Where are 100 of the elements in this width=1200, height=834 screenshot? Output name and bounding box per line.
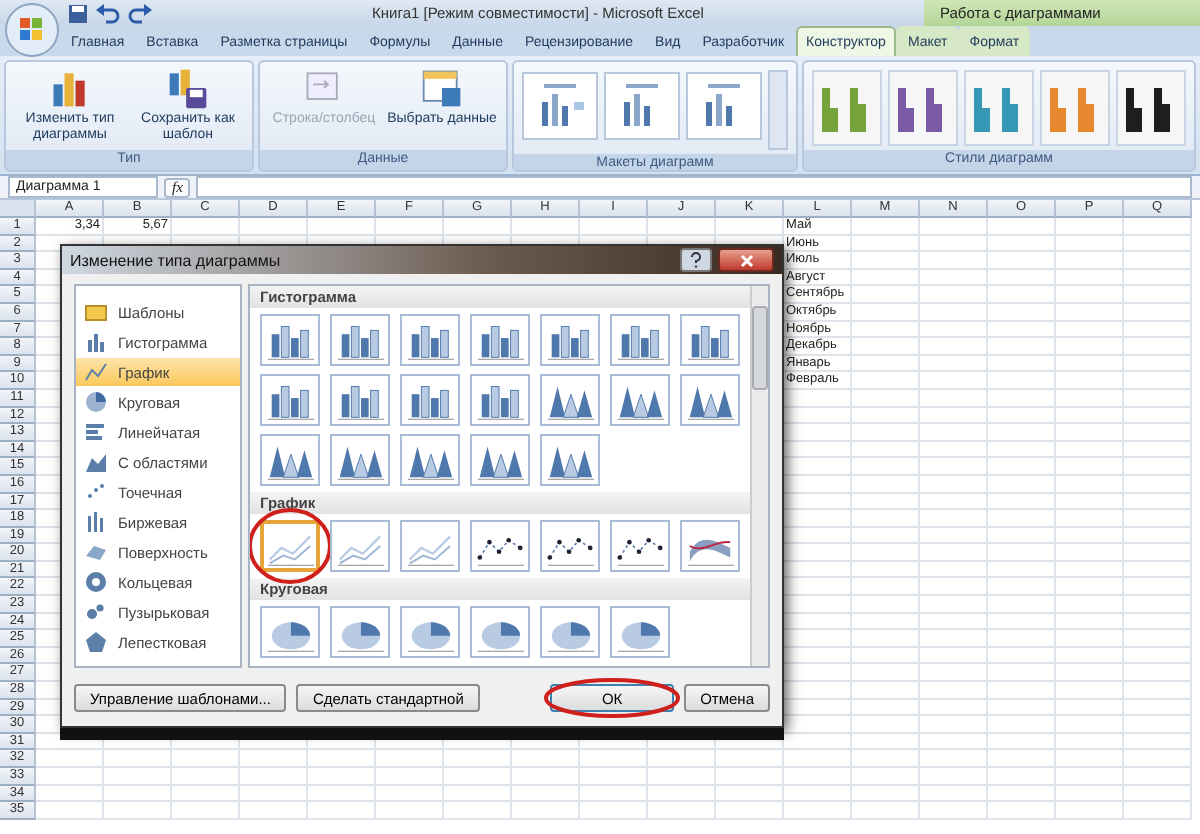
- chart-style-thumbnail[interactable]: [812, 70, 882, 146]
- chart-style-thumbnail[interactable]: [1116, 70, 1186, 146]
- chart-type-thumbnail[interactable]: [610, 374, 670, 426]
- chart-type-thumbnail[interactable]: [330, 606, 390, 658]
- chart-type-thumbnail[interactable]: [610, 520, 670, 572]
- help-button[interactable]: [680, 248, 712, 272]
- chart-type-thumbnail[interactable]: [260, 606, 320, 658]
- table-cell: [580, 768, 648, 786]
- chart-type-thumbnail[interactable]: [400, 374, 460, 426]
- table-cell: [988, 613, 1056, 631]
- table-cell: [988, 750, 1056, 768]
- table-cell: [852, 544, 920, 562]
- table-cell: [852, 458, 920, 476]
- table-cell: [1056, 699, 1124, 717]
- chart-type-thumbnail[interactable]: [260, 434, 320, 486]
- chart-type-thumbnail[interactable]: [400, 434, 460, 486]
- table-cell: [852, 372, 920, 390]
- table-cell: [1124, 441, 1192, 459]
- chart-layout-thumbnail[interactable]: [522, 72, 598, 140]
- chart-style-thumbnail[interactable]: [964, 70, 1034, 146]
- chart-style-thumbnail[interactable]: [1040, 70, 1110, 146]
- table-cell: [1056, 785, 1124, 803]
- table-cell: [920, 475, 988, 493]
- chart-type-thumbnail[interactable]: [260, 374, 320, 426]
- chart-layout-thumbnail[interactable]: [686, 72, 762, 140]
- chart-type-thumbnail[interactable]: [470, 374, 530, 426]
- table-cell: [920, 716, 988, 734]
- table-cell: [648, 802, 716, 820]
- chart-type-thumbnail[interactable]: [680, 520, 740, 572]
- gallery-scrollbar[interactable]: [768, 70, 788, 150]
- table-cell: [104, 750, 172, 768]
- chart-layout-thumbnail[interactable]: [604, 72, 680, 140]
- table-cell: [920, 510, 988, 528]
- chart-type-thumbnail[interactable]: [540, 374, 600, 426]
- chart-type-thumbnail[interactable]: [540, 606, 600, 658]
- table-cell: [376, 218, 444, 236]
- chart-type-thumbnail[interactable]: [400, 606, 460, 658]
- chart-type-thumbnail[interactable]: [540, 520, 600, 572]
- table-cell: [988, 596, 1056, 614]
- chart-type-thumbnail[interactable]: [470, 606, 530, 658]
- table-cell: [920, 424, 988, 442]
- table-cell: [988, 510, 1056, 528]
- table-cell: [1056, 338, 1124, 356]
- table-cell: [920, 544, 988, 562]
- chart-type-thumbnail[interactable]: [680, 314, 740, 366]
- table-cell: [1124, 613, 1192, 631]
- chart-style-thumbnail[interactable]: [888, 70, 958, 146]
- table-cell: [852, 235, 920, 253]
- table-cell: [988, 544, 1056, 562]
- chart-type-thumbnail[interactable]: [610, 606, 670, 658]
- chart-type-thumbnail[interactable]: [330, 374, 390, 426]
- table-cell: [1056, 664, 1124, 683]
- redo-icon[interactable]: [128, 3, 152, 23]
- chart-type-thumbnail[interactable]: [470, 314, 530, 366]
- save-icon[interactable]: [68, 3, 88, 23]
- table-cell: [784, 768, 852, 786]
- table-cell: [784, 802, 852, 820]
- table-cell: [920, 218, 988, 236]
- chart-type-thumbnail[interactable]: [330, 434, 390, 486]
- close-button[interactable]: [718, 248, 774, 272]
- table-cell: [988, 733, 1056, 751]
- table-cell: [988, 218, 1056, 236]
- chart-type-thumbnail[interactable]: [260, 314, 320, 366]
- table-cell: [1124, 716, 1192, 734]
- table-cell: [988, 389, 1056, 408]
- table-cell: [36, 802, 104, 820]
- table-cell: [920, 407, 988, 425]
- table-cell: [852, 355, 920, 373]
- table-cell: [852, 441, 920, 459]
- table-cell: [1124, 475, 1192, 493]
- chart-type-thumbnail[interactable]: [610, 314, 670, 366]
- table-cell: [648, 218, 716, 236]
- table-cell: [1124, 596, 1192, 614]
- table-cell: [512, 768, 580, 786]
- table-cell: [1124, 303, 1192, 322]
- table-cell: [716, 802, 784, 820]
- table-cell: [852, 647, 920, 665]
- formula-field[interactable]: [196, 176, 1192, 198]
- table-cell: [1056, 407, 1124, 425]
- chart-type-thumbnail[interactable]: [400, 520, 460, 572]
- chart-type-thumbnail[interactable]: [470, 434, 530, 486]
- table-cell: [1056, 750, 1124, 768]
- chart-type-thumbnail[interactable]: [400, 314, 460, 366]
- chart-type-thumbnail[interactable]: [540, 314, 600, 366]
- table-cell: [1056, 355, 1124, 373]
- chart-type-thumbnail[interactable]: [680, 374, 740, 426]
- table-cell: [172, 802, 240, 820]
- undo-icon[interactable]: [96, 3, 120, 23]
- table-cell: [1056, 733, 1124, 751]
- table-cell: [920, 235, 988, 253]
- table-cell: [988, 407, 1056, 425]
- chart-type-thumbnail[interactable]: [260, 520, 320, 572]
- table-cell: [1056, 802, 1124, 820]
- table-cell: [1056, 458, 1124, 476]
- chart-type-thumbnail[interactable]: [330, 520, 390, 572]
- chart-type-thumbnail[interactable]: [330, 314, 390, 366]
- chart-type-thumbnail[interactable]: [540, 434, 600, 486]
- chart-type-thumbnail[interactable]: [470, 520, 530, 572]
- scrollbar[interactable]: [750, 286, 768, 666]
- table-cell: [580, 802, 648, 820]
